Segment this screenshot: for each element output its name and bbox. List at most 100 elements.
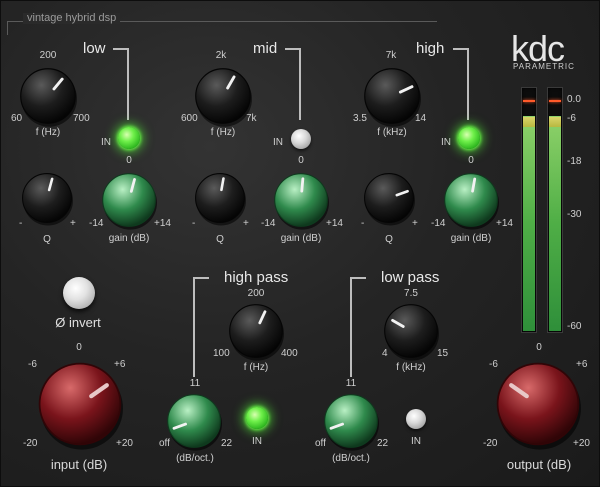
- low-q-label: Q: [43, 234, 51, 245]
- mid-q-label: Q: [216, 234, 224, 245]
- input-max: +20: [116, 438, 133, 449]
- mid-bracket: [285, 48, 301, 120]
- mid-band-title: mid: [253, 40, 278, 57]
- meter-scale-60: -60: [567, 321, 582, 332]
- high-in-label: IN: [441, 137, 451, 148]
- high-gain-label: gain (dB): [450, 233, 492, 244]
- high-q-knob[interactable]: [363, 172, 415, 226]
- highpass-freq-label: f (Hz): [243, 362, 269, 373]
- meter-right: [547, 87, 563, 333]
- high-q-label: Q: [385, 234, 393, 245]
- low-gain-label: gain (dB): [108, 233, 150, 244]
- meter-right-amber: [549, 117, 561, 128]
- highpass-slope-knob[interactable]: [166, 393, 222, 451]
- low-frequency-knob[interactable]: [19, 67, 77, 127]
- lowpass-slope-mid: 11: [345, 378, 357, 389]
- lowpass-slope-max: 22: [377, 438, 389, 449]
- input-label: input (dB): [50, 457, 108, 472]
- output-gain-knob[interactable]: [495, 361, 581, 450]
- high-freq-mid: 7k: [385, 50, 397, 61]
- high-gain-zero: 0: [468, 155, 474, 166]
- high-bracket: [453, 48, 469, 120]
- lowpass-in-label: IN: [411, 436, 421, 447]
- low-gain-max: +14: [154, 218, 171, 229]
- mid-q-knob[interactable]: [194, 172, 246, 226]
- output-zero: 0: [536, 342, 542, 353]
- lowpass-freq-max: 15: [437, 348, 449, 359]
- output-label: output (dB): [506, 457, 572, 472]
- highpass-slope-off: off: [159, 438, 170, 449]
- low-freq-label: f (Hz): [35, 127, 61, 138]
- plugin-panel: vintage hybrid dsp kdc PARAMETRIC low 20…: [0, 0, 600, 487]
- header-rule-left: [7, 21, 8, 35]
- highpass-title: high pass: [224, 269, 289, 286]
- meter-left-amber: [523, 117, 535, 128]
- low-band-title: low: [83, 40, 106, 57]
- output-min: -20: [483, 438, 498, 449]
- meter-scale-6: -6: [567, 113, 576, 124]
- low-q-plus: +: [70, 218, 76, 229]
- high-frequency-knob[interactable]: [363, 67, 421, 127]
- phase-invert-label: Ø invert: [55, 315, 101, 330]
- lowpass-freq-mid: 7.5: [404, 288, 418, 299]
- highpass-freq-min: 100: [213, 348, 230, 359]
- highpass-freq-mid: 200: [247, 288, 265, 299]
- low-in-label: IN: [101, 137, 111, 148]
- meter-left-peak: [523, 100, 535, 102]
- high-gain-min: -14: [431, 218, 446, 229]
- meter-scale-0: 0.0: [567, 94, 581, 105]
- phase-invert-button[interactable]: [63, 277, 95, 309]
- mid-frequency-knob[interactable]: [194, 67, 252, 127]
- mid-gain-label: gain (dB): [280, 233, 322, 244]
- input-zero: 0: [76, 342, 82, 353]
- highpass-slope-label: (dB/oct.): [176, 453, 214, 464]
- lowpass-slope-knob[interactable]: [323, 393, 379, 451]
- mid-gain-min: -14: [261, 218, 276, 229]
- brand-subtitle: PARAMETRIC: [513, 62, 575, 71]
- mid-freq-label: f (Hz): [210, 127, 236, 138]
- lowpass-slope-off: off: [315, 438, 326, 449]
- mid-q-minus: -: [192, 218, 196, 229]
- meter-left-fill: [523, 116, 535, 331]
- output-max: +20: [573, 438, 590, 449]
- low-freq-mid: 200: [39, 50, 57, 61]
- mid-gain-knob[interactable]: [273, 172, 329, 230]
- low-q-minus: -: [19, 218, 23, 229]
- low-gain-knob[interactable]: [101, 172, 157, 230]
- low-q-knob[interactable]: [21, 172, 73, 226]
- highpass-in-label: IN: [252, 436, 262, 447]
- meter-left: [521, 87, 537, 333]
- high-gain-max: +14: [496, 218, 513, 229]
- mid-gain-zero: 0: [298, 155, 304, 166]
- lowpass-in-led[interactable]: [406, 409, 426, 429]
- input-gain-knob[interactable]: [37, 361, 123, 450]
- meter-right-fill: [549, 116, 561, 331]
- low-in-led[interactable]: [118, 127, 140, 149]
- highpass-frequency-knob[interactable]: [228, 303, 284, 361]
- input-minus6: -6: [28, 359, 37, 370]
- lowpass-slope-label: (dB/oct.): [332, 453, 370, 464]
- lowpass-freq-label: f (kHz): [396, 362, 426, 373]
- lowpass-frequency-knob[interactable]: [383, 303, 439, 361]
- mid-in-label: IN: [273, 137, 283, 148]
- low-bracket: [113, 48, 129, 120]
- high-q-minus: -: [361, 218, 365, 229]
- mid-freq-mid: 2k: [215, 50, 227, 61]
- tagline: vintage hybrid dsp: [23, 13, 121, 24]
- lowpass-title: low pass: [381, 269, 440, 286]
- highpass-slope-mid: 11: [189, 378, 201, 389]
- high-band-title: high: [416, 40, 445, 57]
- highpass-freq-max: 400: [281, 348, 298, 359]
- input-min: -20: [23, 438, 38, 449]
- mid-q-plus: +: [243, 218, 249, 229]
- meter-right-peak: [549, 100, 561, 102]
- low-gain-zero: 0: [126, 155, 132, 166]
- high-gain-knob[interactable]: [443, 172, 499, 230]
- meter-scale-30: -30: [567, 209, 582, 220]
- high-in-led[interactable]: [458, 127, 480, 149]
- lowpass-bracket: [350, 277, 366, 377]
- low-gain-min: -14: [89, 218, 104, 229]
- mid-in-led[interactable]: [291, 129, 311, 149]
- highpass-in-led[interactable]: [246, 407, 268, 429]
- lowpass-freq-min: 4: [382, 348, 388, 359]
